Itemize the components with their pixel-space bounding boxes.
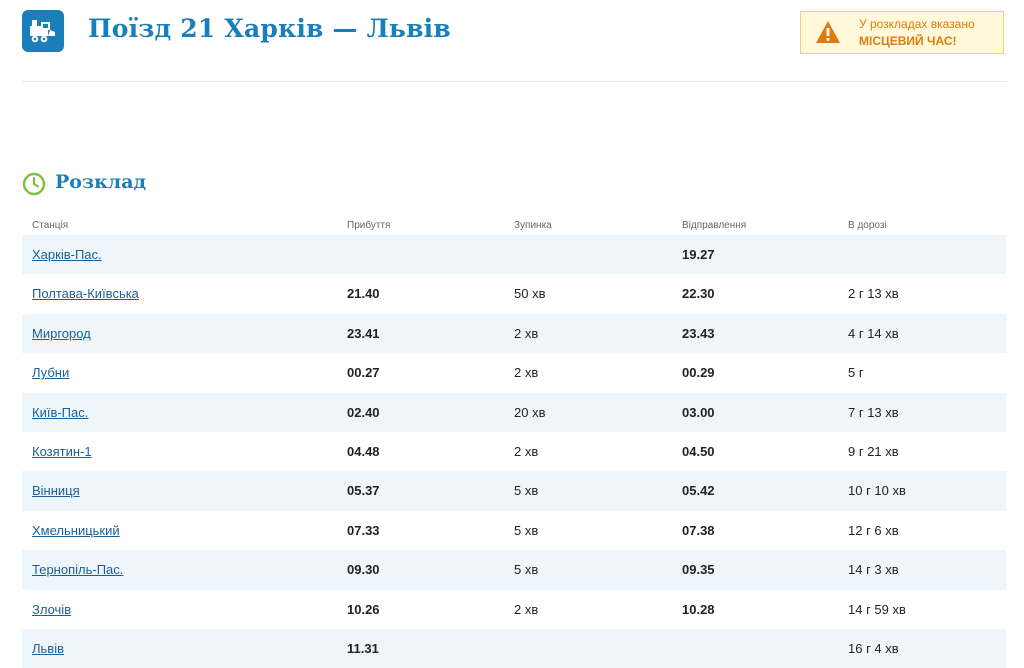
- table-row: Лубни 00.27 2 хв 00.29 5 г: [22, 353, 1006, 392]
- arrival-time: 04.48: [347, 443, 380, 459]
- departure-time: 23.43: [682, 325, 715, 341]
- arrival-time: 07.33: [347, 522, 380, 538]
- departure-time: 19.27: [682, 247, 715, 262]
- stop-duration: 5 хв: [514, 562, 539, 578]
- travel-time: 12 г 6 хв: [848, 522, 899, 538]
- travel-time: 2 г 13 хв: [848, 286, 899, 302]
- table-row: Полтава-Київська 21.40 50 хв 22.30 2 г 13 хв: [22, 274, 1006, 313]
- station-link[interactable]: Лубни: [32, 365, 69, 380]
- table-row: Львів 11.31 16 г 4 хв: [22, 628, 1006, 668]
- stop-duration: 2 хв: [514, 365, 539, 381]
- station-link[interactable]: Миргород: [32, 326, 91, 341]
- column-header-departure: Відправлення: [682, 220, 747, 231]
- schedule-table: Станція Прибуття Зупинка Відправлення В …: [22, 214, 1006, 668]
- station-link[interactable]: Полтава-Київська: [32, 286, 139, 301]
- clock-icon: [22, 172, 46, 196]
- notice-emphasis: МІСЦЕВИЙ ЧАС!: [859, 34, 957, 48]
- travel-time: 4 г 14 хв: [848, 325, 899, 341]
- departure-time: 03.00: [682, 404, 715, 420]
- table-body: Харків-Пас. 19.27 Полтава-Київська 21.40 50 …: [22, 235, 1006, 668]
- table-row: Київ-Пас. 02.40 20 хв 03.00 7 г 13 хв: [22, 392, 1006, 432]
- stop-duration: 2 хв: [514, 601, 539, 617]
- departure-time: 00.29: [682, 365, 715, 381]
- station-link[interactable]: Харків-Пас.: [32, 247, 102, 262]
- notice-text: У розкладах вказано: [859, 17, 975, 31]
- arrival-time: 21.40: [347, 286, 380, 302]
- stop-duration: 5 хв: [514, 483, 539, 499]
- local-time-notice: У розкладах вказано МІСЦЕВИЙ ЧАС!: [800, 11, 1004, 54]
- column-header-stop: Зупинка: [514, 220, 552, 231]
- departure-time: 22.30: [682, 286, 715, 302]
- table-row: Тернопіль-Пас. 09.30 5 хв 09.35 14 г 3 хв: [22, 550, 1006, 590]
- page-title: Поїзд 21 Харків — Львів: [88, 14, 451, 43]
- table-row: Козятин-1 04.48 2 хв 04.50 9 г 21 хв: [22, 432, 1006, 471]
- departure-time: 07.38: [682, 522, 715, 538]
- header-divider: [22, 81, 1006, 82]
- arrival-time: 09.30: [347, 562, 380, 578]
- arrival-time: 23.41: [347, 325, 380, 341]
- table-row: Хмельницький 07.33 5 хв 07.38 12 г 6 хв: [22, 511, 1006, 550]
- table-row: Харків-Пас. 19.27: [22, 235, 1006, 275]
- stop-duration: 50 хв: [514, 286, 546, 302]
- station-link[interactable]: Київ-Пас.: [32, 405, 88, 420]
- travel-time: 9 г 21 хв: [848, 443, 899, 459]
- travel-time: 14 г 59 хв: [848, 601, 906, 617]
- table-row: Злочів 10.26 2 хв 10.28 14 г 59 хв: [22, 590, 1006, 629]
- station-link[interactable]: Тернопіль-Пас.: [32, 562, 123, 577]
- travel-time: 10 г 10 хв: [848, 483, 906, 499]
- station-link[interactable]: Злочів: [32, 602, 71, 617]
- train-icon: [30, 20, 55, 43]
- warning-icon: [816, 21, 840, 43]
- travel-time: 16 г 4 хв: [848, 640, 899, 656]
- station-link[interactable]: Вінниця: [32, 483, 80, 498]
- column-header-arrival: Прибуття: [347, 220, 391, 231]
- page-header: Поїзд 21 Харків — Львів У розкладах вказ…: [0, 0, 1024, 82]
- station-link[interactable]: Козятин-1: [32, 444, 92, 459]
- stop-duration: 20 хв: [514, 404, 546, 420]
- departure-time: 09.35: [682, 562, 715, 578]
- travel-time: 5 г: [848, 365, 864, 381]
- table-header: Станція Прибуття Зупинка Відправлення В …: [22, 214, 1006, 235]
- station-link[interactable]: Львів: [32, 641, 64, 656]
- arrival-time: 02.40: [347, 404, 380, 420]
- section-title: Розклад: [55, 171, 147, 193]
- stop-duration: 2 хв: [514, 325, 539, 341]
- table-row: Миргород 23.41 2 хв 23.43 4 г 14 хв: [22, 313, 1006, 354]
- train-logo: [22, 10, 64, 52]
- arrival-time: 10.26: [347, 601, 380, 617]
- stop-duration: 2 хв: [514, 443, 539, 459]
- departure-time: 04.50: [682, 443, 715, 459]
- table-row: Вінниця 05.37 5 хв 05.42 10 г 10 хв: [22, 471, 1006, 511]
- stop-duration: 5 хв: [514, 522, 539, 538]
- departure-time: 05.42: [682, 483, 715, 499]
- departure-time: 10.28: [682, 601, 715, 617]
- arrival-time: 00.27: [347, 365, 380, 381]
- column-header-travel-time: В дорозі: [848, 220, 887, 231]
- station-link[interactable]: Хмельницький: [32, 523, 120, 538]
- travel-time: 14 г 3 хв: [848, 562, 899, 578]
- arrival-time: 11.31: [347, 640, 379, 656]
- travel-time: 7 г 13 хв: [848, 404, 899, 420]
- arrival-time: 05.37: [347, 483, 380, 499]
- column-header-station: Станція: [32, 220, 69, 231]
